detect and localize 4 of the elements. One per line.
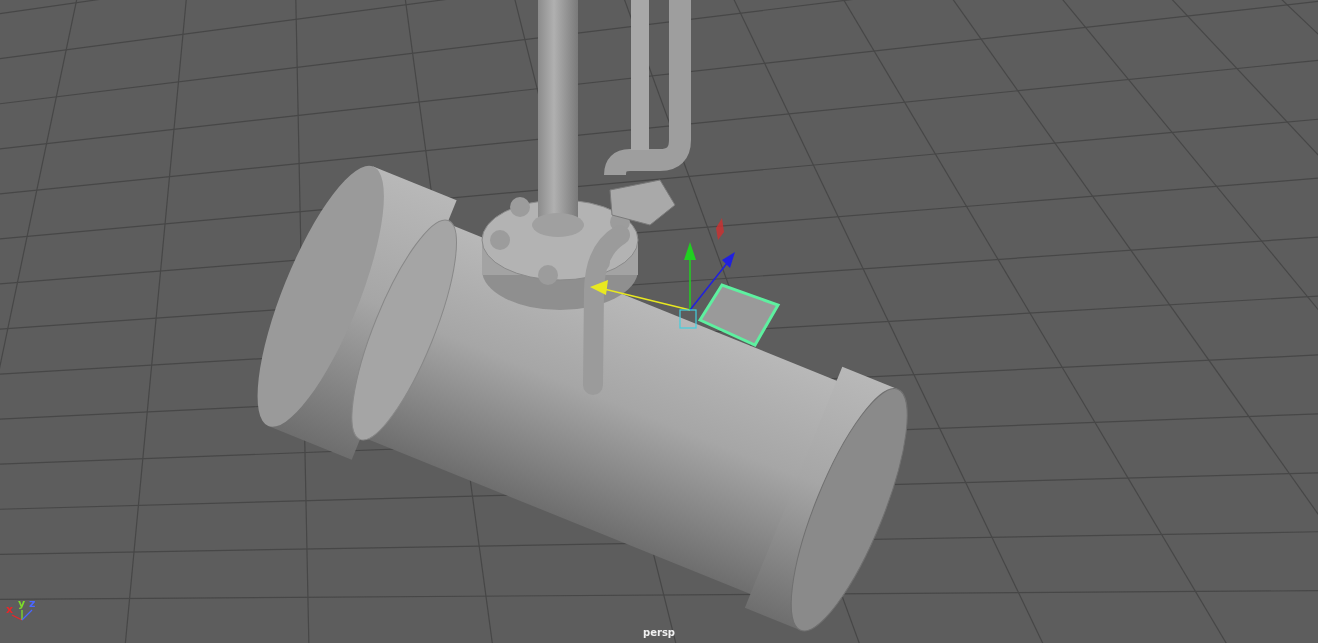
axis-label: z: [29, 598, 36, 609]
axis-label: x: [6, 604, 14, 615]
axis-label: y: [18, 598, 26, 609]
camera-name-label: persp: [643, 627, 675, 638]
